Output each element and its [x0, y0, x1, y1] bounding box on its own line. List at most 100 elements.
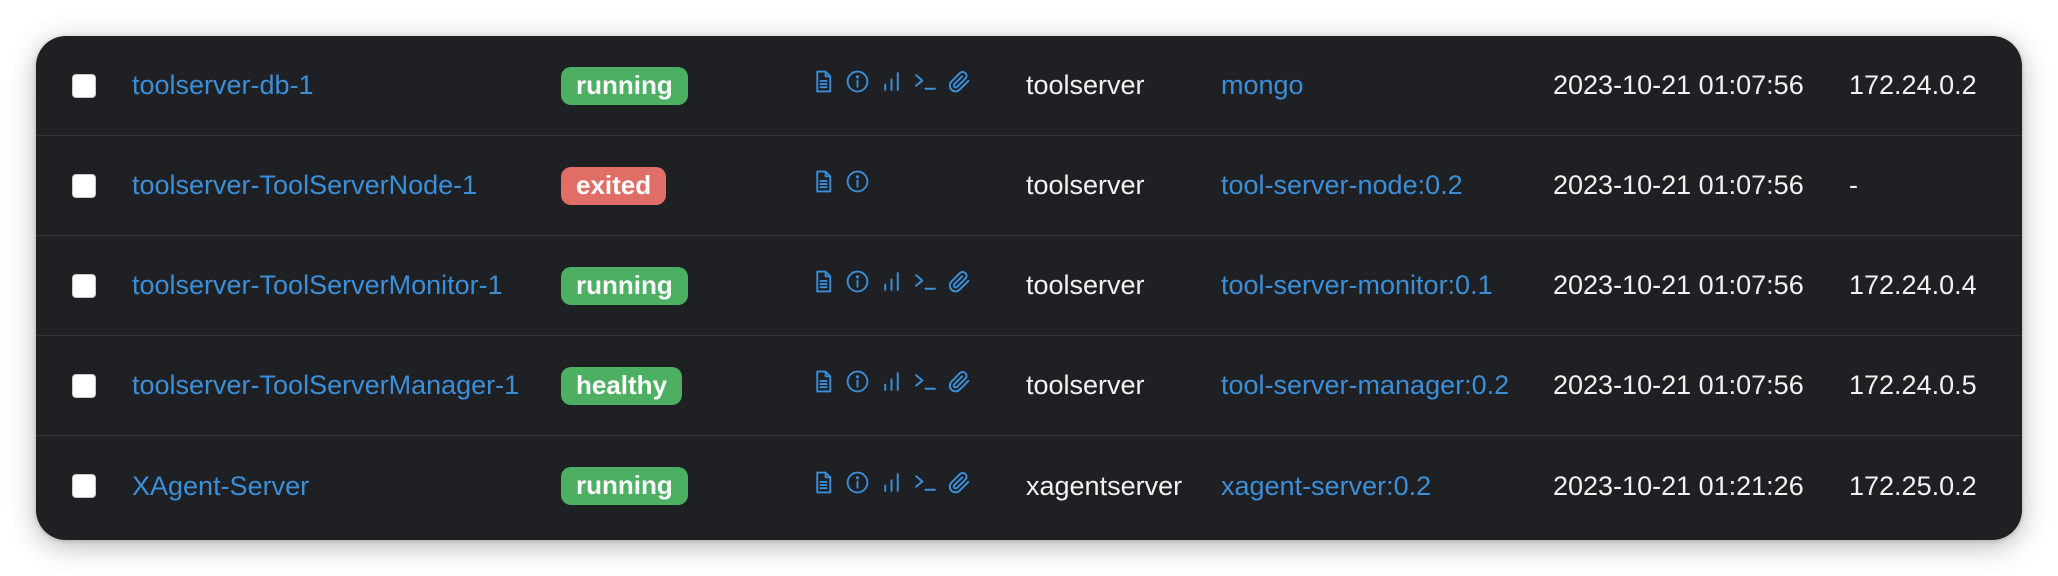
created-timestamp: 2023-10-21 01:07:56 [1553, 70, 1804, 100]
quick-actions [811, 169, 870, 194]
image-link[interactable]: tool-server-node:0.2 [1221, 170, 1463, 201]
state-cell: running [561, 236, 688, 335]
stack-name: toolserver [1026, 70, 1145, 100]
select-cell [72, 336, 122, 435]
console-icon[interactable] [913, 69, 938, 94]
row-checkbox[interactable] [72, 73, 96, 98]
state-cell: running [561, 436, 688, 536]
select-cell [72, 236, 122, 335]
row-checkbox[interactable] [72, 173, 96, 198]
stats-icon[interactable] [879, 369, 904, 394]
name-cell: toolserver-db-1 [132, 36, 314, 135]
quick-actions-cell [811, 436, 972, 536]
stats-icon[interactable] [879, 269, 904, 294]
stats-icon[interactable] [879, 470, 904, 495]
inspect-icon[interactable] [845, 69, 870, 94]
image-link[interactable]: tool-server-monitor:0.1 [1221, 270, 1493, 301]
inspect-icon[interactable] [845, 269, 870, 294]
console-icon[interactable] [913, 470, 938, 495]
logs-icon[interactable] [811, 470, 836, 495]
logs-icon[interactable] [811, 169, 836, 194]
state-cell: healthy [561, 336, 683, 435]
console-icon[interactable] [913, 369, 938, 394]
created-cell: 2023-10-21 01:07:56 [1553, 236, 1804, 335]
image-cell: tool-server-node:0.2 [1221, 136, 1463, 235]
stack-name: toolserver [1026, 270, 1145, 300]
created-timestamp: 2023-10-21 01:07:56 [1553, 270, 1804, 300]
status-badge: running [561, 266, 688, 305]
ip-address: - [1849, 170, 1858, 200]
stack-cell: toolserver [1026, 136, 1145, 235]
table-row: XAgent-Server running xagentserver xagen… [36, 436, 2022, 536]
attach-icon[interactable] [947, 69, 972, 94]
quick-actions-cell [811, 336, 972, 435]
created-cell: 2023-10-21 01:07:56 [1553, 336, 1804, 435]
image-link[interactable]: mongo [1221, 70, 1304, 101]
table-row: toolserver-ToolServerNode-1 exited tools… [36, 136, 2022, 236]
state-cell: running [561, 36, 688, 135]
image-link[interactable]: xagent-server:0.2 [1221, 471, 1431, 502]
container-name-link[interactable]: XAgent-Server [132, 471, 309, 502]
status-badge: running [561, 66, 688, 105]
container-name-link[interactable]: toolserver-ToolServerMonitor-1 [132, 270, 503, 301]
name-cell: toolserver-ToolServerNode-1 [132, 136, 477, 235]
ip-cell: 172.24.0.5 [1849, 336, 1977, 435]
container-name-link[interactable]: toolserver-db-1 [132, 70, 314, 101]
stats-icon[interactable] [879, 69, 904, 94]
table-row: toolserver-ToolServerMonitor-1 running t… [36, 236, 2022, 336]
ip-address: 172.24.0.4 [1849, 270, 1977, 300]
inspect-icon[interactable] [845, 470, 870, 495]
containers-table: toolserver-db-1 running toolserver mongo… [36, 36, 2022, 540]
stack-name: xagentserver [1026, 470, 1183, 501]
quick-actions-cell [811, 236, 972, 335]
row-checkbox[interactable] [72, 474, 96, 498]
ip-cell: 172.24.0.2 [1849, 36, 1977, 135]
quick-actions-cell [811, 136, 870, 235]
container-name-link[interactable]: toolserver-ToolServerManager-1 [132, 370, 519, 401]
stack-cell: xagentserver [1026, 436, 1182, 536]
inspect-icon[interactable] [845, 369, 870, 394]
select-cell [72, 136, 122, 235]
ip-address: 172.24.0.5 [1849, 370, 1977, 400]
stack-name: toolserver [1026, 370, 1145, 400]
ip-cell: 172.24.0.4 [1849, 236, 1977, 335]
stack-cell: toolserver [1026, 236, 1145, 335]
created-cell: 2023-10-21 01:21:26 [1553, 436, 1804, 536]
created-timestamp: 2023-10-21 01:07:56 [1553, 370, 1804, 400]
console-icon[interactable] [913, 269, 938, 294]
state-cell: exited [561, 136, 667, 235]
attach-icon[interactable] [947, 369, 972, 394]
table-row: toolserver-ToolServerManager-1 healthy t… [36, 336, 2022, 436]
image-cell: tool-server-monitor:0.1 [1221, 236, 1493, 335]
created-timestamp: 2023-10-21 01:07:56 [1553, 170, 1804, 200]
created-cell: 2023-10-21 01:07:56 [1553, 36, 1804, 135]
quick-actions [811, 269, 972, 294]
stack-name: toolserver [1026, 170, 1145, 200]
stack-cell: toolserver [1026, 36, 1145, 135]
select-cell [72, 36, 122, 135]
image-link[interactable]: tool-server-manager:0.2 [1221, 370, 1509, 401]
logs-icon[interactable] [811, 69, 836, 94]
created-cell: 2023-10-21 01:07:56 [1553, 136, 1804, 235]
logs-icon[interactable] [811, 369, 836, 394]
name-cell: toolserver-ToolServerMonitor-1 [132, 236, 503, 335]
row-checkbox[interactable] [72, 373, 96, 398]
stack-cell: toolserver [1026, 336, 1145, 435]
image-cell: xagent-server:0.2 [1221, 436, 1431, 536]
status-badge: healthy [561, 366, 683, 405]
image-cell: tool-server-manager:0.2 [1221, 336, 1509, 435]
name-cell: toolserver-ToolServerManager-1 [132, 336, 519, 435]
status-badge: exited [561, 166, 667, 205]
logs-icon[interactable] [811, 269, 836, 294]
row-checkbox[interactable] [72, 273, 96, 298]
ip-address: 172.25.0.2 [1849, 470, 1977, 501]
attach-icon[interactable] [947, 269, 972, 294]
quick-actions-cell [811, 36, 972, 135]
image-cell: mongo [1221, 36, 1304, 135]
quick-actions [811, 369, 972, 394]
inspect-icon[interactable] [845, 169, 870, 194]
ip-cell: - [1849, 136, 1858, 235]
container-name-link[interactable]: toolserver-ToolServerNode-1 [132, 170, 477, 201]
attach-icon[interactable] [947, 470, 972, 495]
name-cell: XAgent-Server [132, 436, 309, 536]
